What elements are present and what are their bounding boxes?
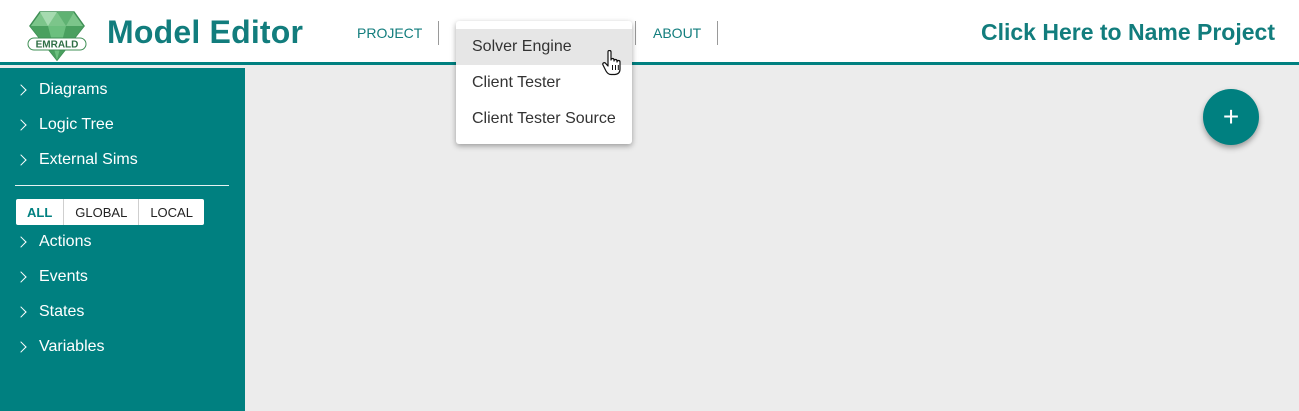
scope-tabs: ALL GLOBAL LOCAL: [16, 199, 204, 225]
sidebar-item-label: Variables: [39, 338, 105, 355]
sidebar-item-events[interactable]: Events: [15, 264, 88, 290]
nav-separator: [438, 21, 439, 45]
nav-separator: [635, 21, 636, 45]
hand-pointer-icon: [602, 49, 622, 76]
sidebar-item-label: Events: [39, 268, 88, 285]
svg-text:EMRALD: EMRALD: [36, 40, 79, 51]
sidebar-item-label: Logic Tree: [39, 116, 114, 133]
sidebar-item-label: Actions: [39, 233, 92, 250]
emrald-logo[interactable]: EMRALD: [26, 4, 88, 62]
tab-global[interactable]: GLOBAL: [64, 199, 140, 225]
sidebar: Diagrams Logic Tree External Sims ALL GL…: [0, 68, 245, 411]
nav-separator: [717, 21, 718, 45]
sidebar-item-label: External Sims: [39, 151, 138, 168]
nav-about[interactable]: ABOUT: [653, 25, 701, 41]
chevron-right-icon: [15, 306, 27, 318]
sidebar-item-diagrams[interactable]: Diagrams: [15, 77, 108, 103]
sidebar-item-label: States: [39, 303, 85, 320]
menu-item-client-tester-source[interactable]: Client Tester Source: [456, 101, 632, 137]
project-name-button[interactable]: Click Here to Name Project: [981, 19, 1275, 46]
chevron-right-icon: [15, 84, 27, 96]
sidebar-item-label: Diagrams: [39, 81, 108, 98]
tab-local[interactable]: LOCAL: [139, 199, 204, 225]
sidebar-divider: [15, 185, 229, 186]
chevron-right-icon: [15, 154, 27, 166]
chevron-right-icon: [15, 236, 27, 248]
app-header: EMRALD Model Editor PROJECT ABOUT Click …: [0, 0, 1299, 65]
sidebar-item-logic-tree[interactable]: Logic Tree: [15, 112, 114, 138]
chevron-right-icon: [15, 271, 27, 283]
app-title: Model Editor: [107, 14, 304, 50]
sidebar-item-external-sims[interactable]: External Sims: [15, 147, 138, 173]
add-button[interactable]: +: [1203, 89, 1259, 145]
tab-all[interactable]: ALL: [16, 199, 65, 225]
chevron-right-icon: [15, 119, 27, 131]
sidebar-item-actions[interactable]: Actions: [15, 229, 92, 255]
help-dropdown-menu: Solver Engine Client Tester Client Teste…: [456, 21, 632, 144]
nav-project[interactable]: PROJECT: [357, 25, 422, 41]
sidebar-item-states[interactable]: States: [15, 299, 85, 325]
sidebar-item-variables[interactable]: Variables: [15, 334, 105, 360]
chevron-right-icon: [15, 341, 27, 353]
